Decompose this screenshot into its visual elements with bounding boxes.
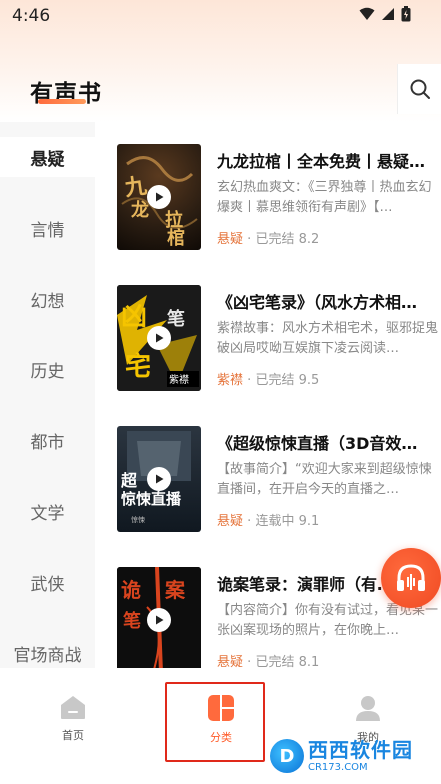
book-tag: 悬疑 [217, 655, 244, 668]
meta-separator: · [247, 232, 252, 247]
wifi-icon [359, 7, 375, 20]
meta-separator: · [247, 373, 252, 388]
search-icon [410, 79, 430, 99]
book-meta: 悬疑 · 已完结 8.1 [217, 651, 319, 668]
svg-text:紫襟: 紫襟 [169, 373, 189, 386]
meta-separator: · [247, 514, 252, 529]
battery-icon [401, 6, 411, 22]
book-tag: 悬疑 [217, 232, 244, 247]
status-time: 4:46 [12, 6, 51, 26]
book-rating: 9.1 [298, 514, 320, 529]
book-tag: 悬疑 [217, 514, 244, 529]
book-status: 连载中 [255, 514, 295, 529]
status-icons [359, 6, 411, 22]
nav-home[interactable]: 首页 [33, 694, 113, 743]
svg-text:龙: 龙 [131, 199, 149, 221]
svg-text:棺: 棺 [167, 227, 185, 249]
svg-text:凶: 凶 [121, 302, 147, 332]
book-rating: 8.2 [298, 232, 320, 247]
book-rating: 8.1 [298, 655, 320, 668]
home-icon [61, 696, 85, 719]
profile-icon [356, 696, 380, 721]
svg-text:笔: 笔 [167, 308, 185, 330]
book-title[interactable]: 《凶宅笔录》（风水方术相… [217, 289, 441, 313]
book-card[interactable]: 九 龙 拉 棺 九龙拉棺丨全本免费丨悬疑… 玄幻热血爽文：《三界独尊丨热血玄幻爆… [95, 144, 441, 284]
play-icon[interactable] [147, 326, 171, 350]
play-icon[interactable] [147, 608, 171, 632]
watermark-logo: D [270, 739, 304, 773]
book-cover[interactable]: 凶 笔 宅 紫襟 [117, 285, 201, 391]
book-meta: 悬疑 · 已完结 8.2 [217, 228, 319, 247]
signal-icon [382, 8, 394, 20]
title-underline [38, 99, 86, 104]
sidebar-item-history[interactable]: 历史 [0, 349, 95, 389]
sidebar-item-literature[interactable]: 文学 [0, 491, 95, 531]
nav-category-label: 分类 [210, 731, 232, 744]
bottom-nav: 首页 分类 我的 D 西西软件园 CR173.COM [0, 668, 441, 784]
headphones-icon [397, 564, 425, 591]
book-meta: 悬疑 · 连载中 9.1 [217, 510, 319, 529]
book-rating: 9.5 [298, 373, 320, 388]
category-sidebar: 悬疑 言情 幻想 历史 都市 文学 武侠 官场商战 [0, 122, 95, 668]
book-card[interactable]: 凶 笔 宅 紫襟 《凶宅笔录》（风水方术相… 紫襟故事：风水方术相宅术，驱邪捉鬼… [95, 285, 441, 425]
sidebar-item-urban[interactable]: 都市 [0, 420, 95, 460]
book-card[interactable]: 超 惊悚直播 惊悚 《超级惊悚直播（3D音效… 【故事简介】“欢迎大家来到超级惊… [95, 426, 441, 566]
nav-category[interactable]: 分类 [181, 694, 261, 745]
book-title[interactable]: 《超级惊悚直播（3D音效… [217, 430, 441, 454]
book-title[interactable]: 九龙拉棺丨全本免费丨悬疑… [217, 148, 441, 172]
category-icon [208, 695, 234, 721]
svg-text:案: 案 [164, 578, 186, 602]
play-icon[interactable] [147, 467, 171, 491]
book-meta: 紫襟 · 已完结 9.5 [217, 369, 319, 388]
floating-player-button[interactable] [381, 548, 441, 608]
svg-text:惊悚: 惊悚 [131, 515, 145, 524]
book-status: 已完结 [255, 655, 295, 668]
svg-text:宅: 宅 [125, 351, 151, 382]
svg-text:惊悚直播: 惊悚直播 [121, 490, 182, 508]
book-description: 【故事简介】“欢迎大家来到超级惊悚直播间，在开启今天的直播之… [217, 462, 432, 497]
book-status: 已完结 [255, 373, 295, 388]
status-bar: 4:46 [0, 0, 441, 32]
book-tag: 紫襟 [217, 373, 244, 388]
book-cover[interactable]: 诡 案 笔 [117, 567, 201, 668]
book-description: 紫襟故事：风水方术相宅术，驱邪捉鬼破凶局哎呦互娱旗下凌云阅读… [217, 321, 439, 356]
sidebar-item-wuxia[interactable]: 武侠 [0, 562, 95, 602]
search-button[interactable] [397, 64, 441, 114]
watermark-text: 西西软件园 CR173.COM [308, 740, 413, 773]
book-cover[interactable]: 超 惊悚直播 惊悚 [117, 426, 201, 532]
watermark-url: CR173.COM [308, 761, 368, 773]
svg-text:笔: 笔 [123, 610, 141, 632]
book-status: 已完结 [255, 232, 295, 247]
sidebar-item-fantasy[interactable]: 幻想 [0, 279, 95, 319]
play-icon[interactable] [147, 185, 171, 209]
meta-separator: · [247, 655, 252, 668]
svg-text:九: 九 [122, 173, 148, 202]
book-description: 玄幻热血爽文：《三界独尊丨热血玄幻爆爽丨慕思维领衔有声剧》【… [217, 180, 432, 215]
svg-text:超: 超 [120, 471, 138, 490]
sidebar-item-business[interactable]: 官场商战 [0, 633, 95, 673]
watermark: D 西西软件园 CR173.COM [270, 734, 441, 778]
sidebar-item-suspense[interactable]: 悬疑 [0, 137, 95, 177]
svg-text:诡: 诡 [121, 578, 141, 602]
book-cover[interactable]: 九 龙 拉 棺 [117, 144, 201, 250]
watermark-name: 西西软件园 [308, 737, 413, 762]
nav-home-label: 首页 [62, 729, 84, 742]
sidebar-item-romance[interactable]: 言情 [0, 208, 95, 248]
app-screen: 4:46 有声书 悬疑 言情 幻想 历史 都市 文学 武侠 官场商战 九 龙 拉… [0, 0, 441, 784]
